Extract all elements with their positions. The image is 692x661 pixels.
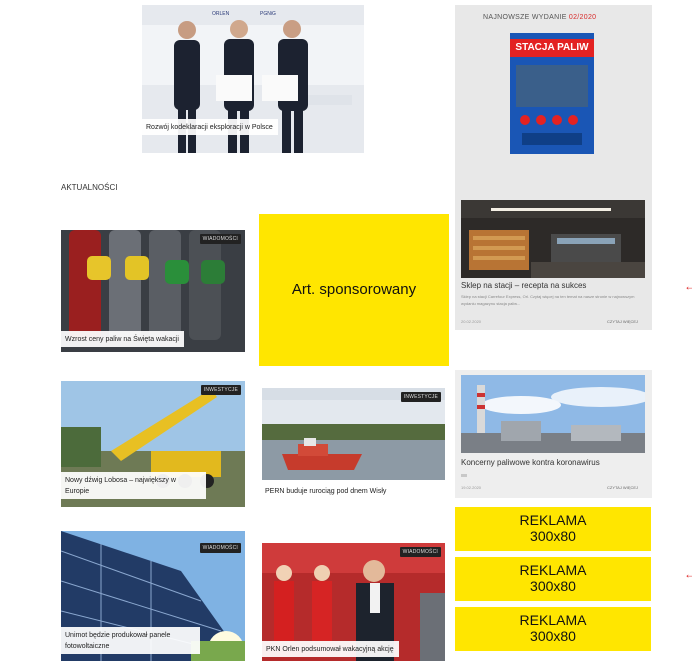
issue-number: 02/2020 xyxy=(568,14,597,21)
news-badge: INWESTYCJE xyxy=(200,385,241,395)
magazine-cover[interactable]: STACJA PALIW xyxy=(510,33,594,154)
sidebar-card[interactable]: Koncerny paliwowe kontra koronawirus 19.… xyxy=(455,370,652,498)
ad-size: 300x80 xyxy=(530,528,576,544)
hero-caption: Rozwój kodeklaracji eksploracji w Polsce xyxy=(142,119,278,135)
news-tile[interactable]: WIADOMOŚCI Wzrost ceny paliw na Święta w… xyxy=(61,230,245,352)
news-tile[interactable]: INWESTYCJE Nowy dźwig Lobosa – największ… xyxy=(61,381,245,507)
sidebar-article-title[interactable]: Sklep na stacji – recepta na sukces xyxy=(461,281,646,290)
ad-label: REKLAMA xyxy=(519,562,587,578)
ad-size: 300x80 xyxy=(530,628,576,644)
news-tile[interactable]: WIADOMOŚCI Unimot będzie produkował pane… xyxy=(61,531,245,661)
news-badge: WIADOMOŚCI xyxy=(399,547,441,557)
cover-footer xyxy=(522,133,582,145)
news-caption: Unimot będzie produkował panele fotowolt… xyxy=(61,627,200,654)
news-tile[interactable]: INWESTYCJE PERN buduje rurociąg pod dnem… xyxy=(262,388,445,506)
sidebar-panel: NAJNOWSZE WYDANIE 02/2020 STACJA PALIW S… xyxy=(455,5,652,330)
news-caption: PERN buduje rurociąg pod dnem Wisły xyxy=(265,488,387,495)
magazine-title: STACJA PALIW xyxy=(510,39,594,57)
hero-banner-right: PGNiG xyxy=(260,11,276,17)
issue-label: NAJNOWSZE WYDANIE xyxy=(483,14,567,21)
ad-label: REKLAMA xyxy=(519,512,587,528)
card2-date: 19.02.2020 xyxy=(461,485,482,490)
news-caption: Wzrost ceny paliw na Święta wakacji xyxy=(61,331,184,347)
store-image[interactable] xyxy=(461,200,645,278)
arrow-left-icon[interactable]: ← xyxy=(684,568,692,580)
sidebar-article-excerpt: Sklep na stacji Carrefour Express, Orl. … xyxy=(461,294,635,306)
cover-photo xyxy=(516,65,588,107)
news-badge: WIADOMOŚCI xyxy=(199,543,241,553)
sponsored-box[interactable]: Art. sponsorowany xyxy=(259,214,449,366)
card2-title[interactable]: Koncerny paliwowe kontra koronawirus xyxy=(461,458,646,467)
power-plant-image xyxy=(461,375,645,453)
news-caption: PKN Orlen podsumował wakacyjną akcję xyxy=(262,641,399,657)
section-title: AKTUALNOŚCI xyxy=(61,183,118,192)
hero-article[interactable]: ORLEN PGNiG Rozwój kodeklaracji eksplora… xyxy=(142,5,364,153)
ad-banner[interactable]: REKLAMA 300x80 xyxy=(455,507,651,551)
card2-divider xyxy=(461,474,467,477)
cover-dot xyxy=(536,115,546,125)
cover-dot xyxy=(552,115,562,125)
hero-banner-left: ORLEN xyxy=(212,11,230,17)
ad-banner[interactable]: REKLAMA 300x80 xyxy=(455,607,651,651)
ad-banner[interactable]: REKLAMA 300x80 xyxy=(455,557,651,601)
news-badge: INWESTYCJE xyxy=(400,392,441,402)
card2-read-more[interactable]: CZYTAJ WIĘCEJ xyxy=(607,485,638,490)
issue-heading: NAJNOWSZE WYDANIE 02/2020 xyxy=(483,14,596,21)
sidebar-read-more[interactable]: CZYTAJ WIĘCEJ xyxy=(607,319,638,324)
arrow-left-icon[interactable]: ← xyxy=(684,280,692,292)
news-tile[interactable]: WIADOMOŚCI PKN Orlen podsumował wakacyjn… xyxy=(262,543,445,661)
ad-size: 300x80 xyxy=(530,578,576,594)
sidebar-article-date: 20.02.2020 xyxy=(461,319,482,324)
news-badge: WIADOMOŚCI xyxy=(199,234,241,244)
cover-dot xyxy=(568,115,578,125)
cover-dot xyxy=(520,115,530,125)
news-caption: Nowy dźwig Lobosa – największy w Europie xyxy=(61,472,206,499)
ad-label: REKLAMA xyxy=(519,612,587,628)
sponsored-label: Art. sponsorowany xyxy=(291,281,417,298)
